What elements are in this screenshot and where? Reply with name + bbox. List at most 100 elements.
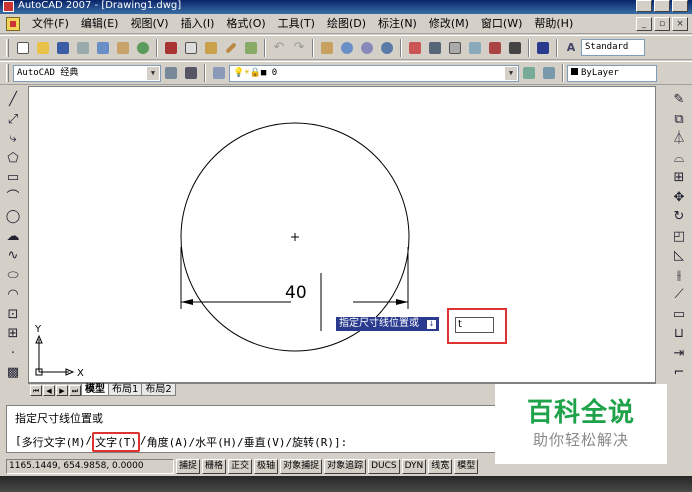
open-icon[interactable] xyxy=(34,39,52,57)
workspace-settings-icon[interactable] xyxy=(162,64,180,82)
help-icon[interactable] xyxy=(534,39,552,57)
last-tab-icon[interactable]: ⏭ xyxy=(69,384,81,396)
insert-block-icon[interactable]: ⊡ xyxy=(4,305,22,325)
chevron-down-icon[interactable]: ▼ xyxy=(505,66,517,80)
paste-icon[interactable] xyxy=(202,39,220,57)
stretch-icon[interactable]: ◺ xyxy=(670,246,688,266)
status-snap[interactable]: 捕捉 xyxy=(176,458,201,474)
menu-format[interactable]: 格式(O) xyxy=(220,15,271,33)
polygon-icon[interactable]: ⬠ xyxy=(4,149,22,169)
prev-tab-icon[interactable]: ◀ xyxy=(43,384,55,396)
status-model[interactable]: 模型 xyxy=(454,458,479,474)
close-button[interactable] xyxy=(672,0,688,12)
cmd-option-mtext[interactable]: 多行文字(M) xyxy=(22,434,86,450)
status-dyn[interactable]: DYN xyxy=(401,458,427,474)
markup-icon[interactable] xyxy=(486,39,504,57)
scale-icon[interactable]: ◰ xyxy=(670,227,688,247)
make-block-icon[interactable]: ⊞ xyxy=(4,324,22,344)
revision-cloud-icon[interactable]: ☁ xyxy=(4,227,22,247)
dynamic-input-field[interactable]: t xyxy=(455,317,494,333)
point-icon[interactable]: · xyxy=(4,344,22,364)
down-arrow-icon[interactable]: ↓ xyxy=(427,319,436,329)
first-tab-icon[interactable]: ⏮ xyxy=(30,384,42,396)
layer-manager-icon[interactable] xyxy=(210,64,228,82)
offset-icon[interactable]: ⌓ xyxy=(670,149,688,169)
block-editor-icon[interactable] xyxy=(242,39,260,57)
calculator-icon[interactable] xyxy=(506,39,524,57)
color-select[interactable]: ByLayer xyxy=(567,64,657,82)
menu-draw[interactable]: 绘图(D) xyxy=(321,15,372,33)
menu-edit[interactable]: 编辑(E) xyxy=(75,15,125,33)
toolbar-grip[interactable] xyxy=(6,64,9,82)
menu-insert[interactable]: 插入(I) xyxy=(175,15,221,33)
polyline-icon[interactable]: ⤷ xyxy=(4,129,22,149)
coordinate-readout[interactable]: 1165.1449, 654.9858, 0.0000 xyxy=(6,458,174,474)
line-icon[interactable]: ╱ xyxy=(4,90,22,110)
design-center-icon[interactable] xyxy=(426,39,444,57)
mirror-icon[interactable]: ⏃ xyxy=(670,129,688,149)
break-icon[interactable]: ▭ xyxy=(670,305,688,325)
doc-close-button[interactable]: × xyxy=(672,17,688,31)
undo-icon[interactable]: ↶ xyxy=(270,39,288,57)
copy-icon[interactable] xyxy=(182,39,200,57)
3d-dwf-icon[interactable] xyxy=(134,39,152,57)
sheet-set-icon[interactable] xyxy=(466,39,484,57)
preview-icon[interactable] xyxy=(94,39,112,57)
new-icon[interactable] xyxy=(14,39,32,57)
drawing-svg[interactable]: 40 Y X xyxy=(29,87,657,384)
command-prompt-line[interactable]: [ 多行文字(M) / 文字(T) / 角度(A)/水平(H)/垂直(V)/旋转… xyxy=(15,432,348,452)
menu-file[interactable]: 文件(F) xyxy=(26,15,75,33)
status-lineweight[interactable]: 线宽 xyxy=(428,458,453,474)
my-workspace-icon[interactable] xyxy=(182,64,200,82)
tool-palettes-icon[interactable] xyxy=(446,39,464,57)
match-properties-icon[interactable] xyxy=(222,39,240,57)
erase-icon[interactable]: ✎ xyxy=(670,90,688,110)
text-style-select[interactable]: Standard xyxy=(581,39,645,56)
circle-icon[interactable]: ◯ xyxy=(4,207,22,227)
array-icon[interactable]: ⊞ xyxy=(670,168,688,188)
print-icon[interactable] xyxy=(74,39,92,57)
rectangle-icon[interactable]: ▭ xyxy=(4,168,22,188)
status-ortho[interactable]: 正交 xyxy=(228,458,253,474)
minimize-button[interactable] xyxy=(636,0,652,12)
extend-icon[interactable]: ⟋ xyxy=(670,285,688,305)
menu-window[interactable]: 窗口(W) xyxy=(475,15,528,33)
toolbar-grip[interactable] xyxy=(6,38,9,57)
ellipse-icon[interactable]: ⬭ xyxy=(4,266,22,286)
workspace-select[interactable]: AutoCAD 经典 ▼ xyxy=(13,64,161,82)
doc-restore-button[interactable]: ▫ xyxy=(654,17,670,31)
next-tab-icon[interactable]: ▶ xyxy=(56,384,68,396)
status-grid[interactable]: 栅格 xyxy=(202,458,227,474)
chevron-down-icon[interactable]: ▼ xyxy=(147,66,159,80)
status-otrack[interactable]: 对象追踪 xyxy=(324,458,367,474)
join-icon[interactable]: ⊔ xyxy=(670,324,688,344)
tab-layout2[interactable]: 布局2 xyxy=(141,384,176,396)
dimension-text[interactable]: 40 xyxy=(285,283,307,303)
ellipse-arc-icon[interactable]: ◠ xyxy=(4,285,22,305)
status-ducs[interactable]: DUCS xyxy=(368,458,400,474)
cmd-options-rest[interactable]: 角度(A)/水平(H)/垂直(V)/旋转(R)]: xyxy=(147,434,348,450)
zoom-window-icon[interactable] xyxy=(358,39,376,57)
chamfer-icon[interactable]: ⇥ xyxy=(670,344,688,364)
save-icon[interactable] xyxy=(54,39,72,57)
publish-icon[interactable] xyxy=(114,39,132,57)
menu-help[interactable]: 帮助(H) xyxy=(528,15,579,33)
menu-modify[interactable]: 修改(M) xyxy=(423,15,475,33)
document-icon[interactable] xyxy=(6,16,20,31)
menu-view[interactable]: 视图(V) xyxy=(124,15,174,33)
rotate-icon[interactable]: ↻ xyxy=(670,207,688,227)
hatch-icon[interactable]: ▩ xyxy=(4,363,22,383)
layer-select[interactable]: 💡☀🔒■ 0 ▼ xyxy=(229,64,519,82)
drawing-canvas[interactable]: 40 Y X xyxy=(28,86,656,383)
menu-dimension[interactable]: 标注(N) xyxy=(372,15,423,33)
pan-icon[interactable] xyxy=(318,39,336,57)
text-style-icon[interactable]: A xyxy=(562,39,580,57)
fillet-icon[interactable]: ⌐ xyxy=(670,363,688,383)
arc-icon[interactable]: ⌒ xyxy=(4,188,22,208)
copy-object-icon[interactable]: ⧉ xyxy=(670,110,688,130)
status-osnap[interactable]: 对象捕捉 xyxy=(280,458,323,474)
cut-icon[interactable] xyxy=(162,39,180,57)
tab-layout1[interactable]: 布局1 xyxy=(108,384,143,396)
cmd-option-text[interactable]: 文字(T) xyxy=(92,432,140,452)
zoom-previous-icon[interactable] xyxy=(378,39,396,57)
